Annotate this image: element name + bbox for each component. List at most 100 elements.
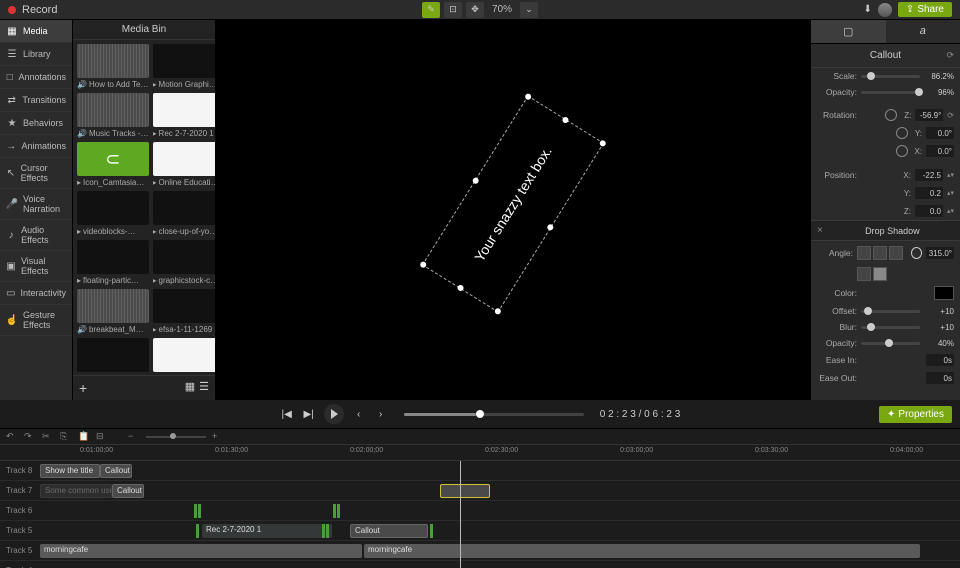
ease-out-field[interactable] [926, 372, 954, 384]
rotation-y-field[interactable] [926, 127, 954, 139]
add-media-button[interactable]: + [79, 380, 87, 396]
rotation-wheel-z[interactable] [885, 109, 897, 121]
track-content[interactable] [40, 561, 960, 568]
share-button[interactable]: ⇪ Share [898, 2, 952, 17]
offset-slider[interactable] [861, 310, 920, 313]
nav-media[interactable]: ▦Media [0, 20, 72, 43]
scale-slider[interactable] [861, 75, 920, 78]
cut-button[interactable]: ✂ [42, 431, 54, 443]
clip[interactable]: morningcafe [40, 544, 362, 558]
nav-voice-narration[interactable]: 🎤Voice Narration [0, 189, 72, 220]
prev-frame-button[interactable]: ‹ [352, 407, 366, 421]
canvas[interactable]: Your snazzy text box. [216, 20, 810, 400]
timeline-zoom-slider[interactable] [146, 436, 206, 438]
media-item[interactable]: 🔊Music Tracks -… [77, 93, 149, 138]
transition-marker[interactable] [322, 524, 325, 538]
avatar[interactable] [878, 3, 892, 17]
ease-in-field[interactable] [926, 354, 954, 366]
track-label[interactable]: Track 7 [0, 486, 40, 495]
transition-marker[interactable] [337, 504, 340, 518]
rotation-z-field[interactable] [915, 109, 943, 121]
redo-button[interactable]: ↷ [24, 431, 36, 443]
prev-marker-button[interactable]: |◀ [280, 407, 294, 421]
position-z-field[interactable] [915, 205, 943, 217]
clip[interactable]: morningcafe [364, 544, 920, 558]
reset-button[interactable]: ⟳ [946, 50, 954, 61]
track-content[interactable]: morningcafemorningcafe [40, 541, 960, 560]
scrubber[interactable] [404, 413, 584, 416]
record-icon[interactable] [8, 6, 16, 14]
resize-handle[interactable] [546, 223, 554, 231]
copy-button[interactable]: ⎘ [60, 431, 72, 443]
resize-handle[interactable] [419, 261, 427, 269]
track-content[interactable] [40, 501, 960, 520]
nav-cursor-effects[interactable]: ↖Cursor Effects [0, 158, 72, 189]
clip[interactable]: Callout [112, 484, 144, 498]
nav-visual-effects[interactable]: ▣Visual Effects [0, 251, 72, 282]
download-icon[interactable]: ⬇ [864, 4, 872, 15]
nav-audio-effects[interactable]: ♪Audio Effects [0, 220, 72, 251]
remove-shadow-button[interactable]: × [817, 225, 823, 236]
step-back-button[interactable]: ▶| [302, 407, 316, 421]
track-label[interactable]: Track 5 [0, 546, 40, 555]
split-button[interactable]: ⊟ [96, 431, 108, 443]
angle-preset[interactable] [873, 246, 887, 260]
transition-marker[interactable] [196, 524, 199, 538]
position-y-field[interactable] [915, 187, 943, 199]
zoom-in-button[interactable]: + [212, 431, 224, 443]
callout-text[interactable]: Your snazzy text box. [471, 144, 555, 265]
track-label[interactable]: Track 6 [0, 506, 40, 515]
nav-annotations[interactable]: □Annotations [0, 66, 72, 89]
stepper-icon[interactable]: ▴▾ [947, 207, 954, 215]
media-item[interactable]: ▸Motion Graphi… [153, 44, 215, 89]
media-item[interactable]: 🔊How to Add Te… [77, 44, 149, 89]
clip[interactable] [440, 484, 490, 498]
next-frame-button[interactable]: › [374, 407, 388, 421]
record-label[interactable]: Record [22, 4, 57, 16]
rotation-wheel-y[interactable] [896, 127, 908, 139]
edit-mode-button[interactable]: ✎ [422, 2, 440, 18]
playhead[interactable] [460, 461, 461, 568]
resize-handle[interactable] [456, 284, 464, 292]
transition-marker[interactable] [326, 524, 329, 538]
transition-marker[interactable] [194, 504, 197, 518]
transition-marker[interactable] [198, 504, 201, 518]
media-item[interactable]: ▸efsa-1-11-1269 [153, 289, 215, 334]
opacity-slider[interactable] [861, 91, 920, 94]
media-item[interactable]: ▸Rec 2-7-2020 2 [153, 338, 215, 375]
angle-preset[interactable] [857, 267, 871, 281]
nav-gesture-effects[interactable]: ☝Gesture Effects [0, 305, 72, 336]
resize-handle[interactable] [599, 139, 607, 147]
transition-marker[interactable] [430, 524, 433, 538]
crop-button[interactable]: ⊡ [444, 2, 462, 18]
zoom-menu-button[interactable]: ⌄ [520, 2, 538, 18]
clip[interactable]: Callout [100, 464, 132, 478]
nav-interactivity[interactable]: ▭Interactivity [0, 282, 72, 305]
rotation-wheel-x[interactable] [896, 145, 908, 157]
media-item[interactable]: ⊂▸Icon_Camtasia… [77, 142, 149, 187]
play-button[interactable] [324, 404, 344, 424]
resize-handle[interactable] [561, 116, 569, 124]
rotation-x-field[interactable] [926, 145, 954, 157]
clip[interactable]: Rec 2-7-2020 1 [202, 524, 332, 538]
undo-button[interactable]: ↶ [6, 431, 18, 443]
properties-button[interactable]: ✦ Properties [879, 406, 952, 423]
track-label[interactable]: Track 5 [0, 526, 40, 535]
stepper-icon[interactable]: ▴▾ [947, 171, 954, 179]
media-item[interactable]: ▸videoblocks-… [77, 191, 149, 236]
reset-icon[interactable]: ⟳ [947, 111, 954, 120]
pan-button[interactable]: ✥ [466, 2, 484, 18]
list-view-button[interactable]: ☰ [199, 380, 209, 396]
tab-text[interactable]: a [886, 20, 960, 43]
track-label[interactable]: Track 8 [0, 466, 40, 475]
stepper-icon[interactable]: ▴▾ [947, 189, 954, 197]
position-x-field[interactable] [915, 169, 943, 181]
tab-visual[interactable]: ▢ [811, 20, 886, 43]
track-content[interactable]: Some common uses for text in videoCallou… [40, 481, 960, 500]
transition-marker[interactable] [333, 504, 336, 518]
media-item[interactable]: ▸Rec 2-7-2020 1 [153, 93, 215, 138]
media-item[interactable]: ▸Online Educati… [153, 142, 215, 187]
paste-button[interactable]: 📋 [78, 431, 90, 443]
zoom-level[interactable]: 70% [488, 4, 516, 15]
grid-view-button[interactable]: ▦ [185, 380, 195, 396]
